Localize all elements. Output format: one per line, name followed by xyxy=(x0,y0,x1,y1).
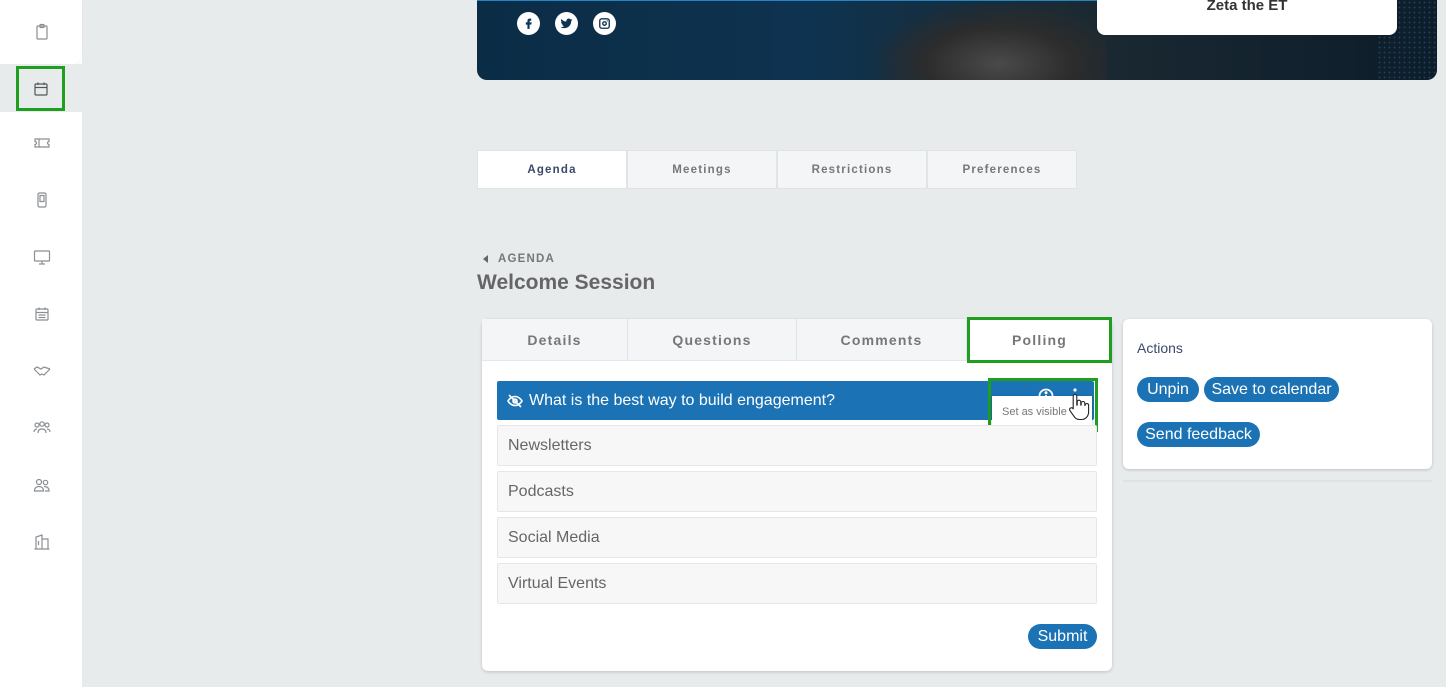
actions-card: Actions Unpin Save to calendar Send feed… xyxy=(1123,319,1432,469)
session-tabs: Details Questions Comments Polling xyxy=(482,317,1112,363)
speaker-name: Zeta the ET xyxy=(1206,0,1288,14)
actions-title: Actions xyxy=(1137,340,1183,356)
poll-question-actions: Set as visible xyxy=(988,378,1098,432)
sidebar-item-clipboard[interactable] xyxy=(22,12,62,52)
sidebar-item-tickets[interactable] xyxy=(22,123,62,163)
sidebar xyxy=(0,0,82,687)
users-icon xyxy=(33,478,50,492)
handshake-icon xyxy=(33,366,51,376)
tab-details[interactable]: Details xyxy=(482,319,628,360)
facebook-icon[interactable] xyxy=(517,12,540,35)
poll-option[interactable]: Social Media xyxy=(497,517,1097,558)
poll-option[interactable]: Newsletters xyxy=(497,425,1097,466)
schedule-icon xyxy=(35,307,49,321)
poll-option[interactable]: Podcasts xyxy=(497,471,1097,512)
group-icon xyxy=(33,421,51,434)
tab-comments[interactable]: Comments xyxy=(797,319,967,360)
actions-divider xyxy=(1123,480,1432,482)
breadcrumb[interactable]: AGENDA xyxy=(483,253,555,265)
ticket-icon xyxy=(34,138,50,148)
sidebar-item-meetings[interactable] xyxy=(22,351,62,391)
social-links xyxy=(517,12,616,35)
sidebar-item-users[interactable] xyxy=(22,465,62,505)
event-banner: Zeta the ET xyxy=(477,0,1437,80)
sidebar-item-monitor[interactable] xyxy=(22,237,62,277)
speaker-card: Zeta the ET xyxy=(1097,0,1397,35)
banner-photo xyxy=(867,0,1107,80)
mobile-icon xyxy=(37,192,47,208)
back-arrow-icon xyxy=(483,255,488,263)
monitor-icon xyxy=(33,250,51,265)
building-icon xyxy=(34,534,50,550)
tab-preferences[interactable]: Preferences xyxy=(927,150,1077,189)
clipboard-icon xyxy=(36,23,48,40)
tab-polling[interactable]: Polling xyxy=(967,317,1112,363)
twitter-icon[interactable] xyxy=(555,12,578,35)
instagram-icon[interactable] xyxy=(593,12,616,35)
save-to-calendar-button[interactable]: Save to calendar xyxy=(1204,377,1339,402)
hand-cursor-icon xyxy=(1067,392,1091,422)
poll-question: What is the best way to build engagement… xyxy=(529,391,835,409)
event-tabs: Agenda Meetings Restrictions Preferences xyxy=(477,150,1077,189)
submit-button[interactable]: Submit xyxy=(1028,624,1097,649)
sidebar-item-schedule[interactable] xyxy=(22,294,62,334)
session-panel: Details Questions Comments Polling What … xyxy=(482,317,1112,671)
sidebar-item-groups[interactable] xyxy=(22,408,62,448)
tab-meetings[interactable]: Meetings xyxy=(627,150,777,189)
sidebar-item-mobile[interactable] xyxy=(22,180,62,220)
sidebar-item-calendar[interactable] xyxy=(16,66,65,111)
tab-agenda[interactable]: Agenda xyxy=(477,150,627,189)
tab-restrictions[interactable]: Restrictions xyxy=(777,150,927,189)
send-feedback-button[interactable]: Send feedback xyxy=(1137,422,1260,447)
eye-off-icon xyxy=(507,393,523,409)
page-title: Welcome Session xyxy=(477,271,656,294)
calendar-icon xyxy=(33,82,48,96)
sidebar-item-venue[interactable] xyxy=(22,522,62,562)
unpin-button[interactable]: Unpin xyxy=(1137,377,1199,402)
breadcrumb-label: AGENDA xyxy=(498,253,556,265)
poll-option[interactable]: Virtual Events xyxy=(497,563,1097,604)
tab-questions[interactable]: Questions xyxy=(628,319,797,360)
